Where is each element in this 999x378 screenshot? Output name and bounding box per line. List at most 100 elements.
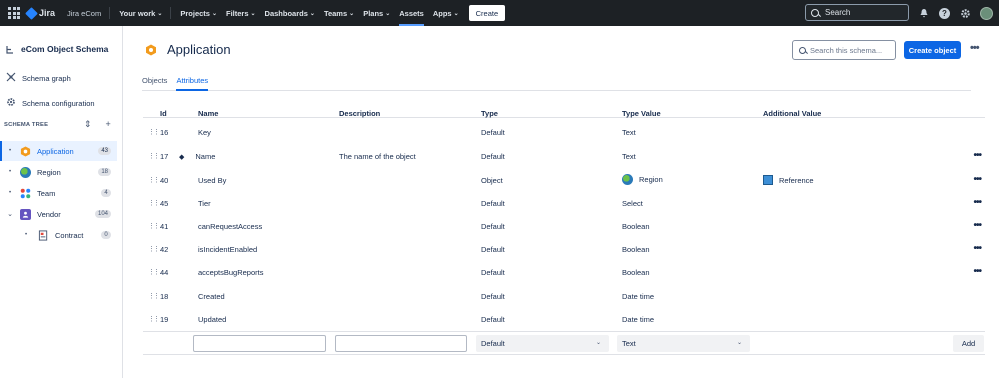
reference-icon (763, 175, 773, 185)
main-content: Application Search this schema... Create… (123, 26, 999, 378)
sidebar-item-schema-graph[interactable]: Schema graph (6, 72, 71, 85)
new-attribute-name-input[interactable] (193, 335, 326, 352)
col-type-value[interactable]: Type Value (622, 109, 661, 118)
chevron-down-icon: ⌄ (453, 10, 459, 17)
top-navigation: Jira Jira eCom Your work ⌄ Projects ⌄ Filt… (0, 0, 999, 26)
row-more-icon[interactable]: ••• (973, 243, 981, 254)
nav-teams[interactable]: Teams ⌄ (324, 9, 354, 18)
drag-handle-icon[interactable]: ⋮⋮ (148, 176, 160, 184)
jira-logo[interactable]: Jira (25, 6, 55, 20)
create-button[interactable]: Create (468, 5, 506, 21)
help-icon[interactable]: ? (939, 7, 950, 19)
new-attribute-description-input[interactable] (335, 335, 467, 352)
drag-handle-icon[interactable]: ⋮⋮ (148, 199, 160, 207)
nav-your-work[interactable]: Your work ⌄ (119, 9, 162, 18)
tree-item-team[interactable]: • Team 4 (0, 183, 117, 203)
chevron-down-icon: ⌄ (595, 340, 601, 346)
drag-handle-icon[interactable]: ⋮⋮ (148, 292, 160, 300)
nav-filters[interactable]: Filters ⌄ (226, 9, 256, 18)
count-badge: 104 (94, 210, 111, 218)
table-row[interactable]: ⋮⋮ 18 Created Default Date time (143, 285, 985, 308)
chevron-down-icon: ⌄ (211, 10, 217, 17)
count-badge: 18 (98, 168, 111, 176)
vendor-icon (20, 208, 31, 220)
hexagon-icon (20, 145, 31, 157)
create-object-button[interactable]: Create object (904, 41, 961, 59)
drag-handle-icon[interactable]: ⋮⋮ (148, 245, 160, 253)
table-row[interactable]: ⋮⋮ 19 Updated Default Date time (143, 308, 985, 331)
globe-icon (20, 166, 31, 178)
tree-item-contract[interactable]: • Contract 0 (0, 225, 117, 245)
globe-icon (622, 174, 633, 185)
row-more-icon[interactable]: ••• (973, 150, 981, 161)
chevron-down-icon: ⌄ (309, 10, 315, 17)
hexagon-icon (145, 44, 157, 56)
tab-objects[interactable]: Objects (142, 76, 167, 91)
drag-handle-icon[interactable]: ⋮⋮ (148, 268, 160, 276)
bullet-icon: • (8, 169, 12, 175)
page-title: Application (145, 42, 231, 57)
notifications-icon[interactable] (918, 7, 930, 19)
row-more-icon[interactable]: ••• (973, 197, 981, 208)
col-description[interactable]: Description (339, 109, 380, 118)
nav-plans[interactable]: Plans ⌄ (363, 9, 390, 18)
nav-assets[interactable]: Assets (399, 0, 424, 26)
bullet-icon: • (8, 190, 12, 196)
col-additional-value[interactable]: Additional Value (763, 109, 821, 118)
type-value-select[interactable]: Text ⌄ (617, 335, 750, 352)
tree-item-region[interactable]: • Region 18 (0, 162, 117, 182)
search-icon (811, 8, 819, 17)
bullet-icon: • (24, 232, 28, 238)
add-object-type-icon[interactable]: + (106, 119, 111, 130)
tree-item-application[interactable]: • Application 43 (0, 141, 117, 161)
add-attribute-row: Default ⌄ Text ⌄ Add (143, 331, 985, 355)
table-row[interactable]: ⋮⋮ 16 Key Default Text (143, 121, 985, 144)
col-name[interactable]: Name (198, 109, 218, 118)
count-badge: 0 (101, 231, 111, 239)
table-row[interactable]: ⋮⋮ 17 ◆ Name The name of the object Defau… (143, 145, 985, 168)
global-search-input[interactable]: Search (805, 4, 909, 21)
user-avatar[interactable] (980, 6, 993, 20)
col-id[interactable]: Id (160, 109, 167, 118)
schema-search-input[interactable]: Search this schema... (792, 40, 896, 60)
settings-gear-icon[interactable] (959, 7, 971, 19)
row-more-icon[interactable]: ••• (973, 266, 981, 277)
divider (109, 7, 111, 19)
table-row[interactable]: ⋮⋮ 41 canRequestAccess Default Boolean •… (143, 215, 985, 238)
drag-handle-icon[interactable]: ⋮⋮ (148, 222, 160, 230)
count-badge: 43 (98, 147, 111, 155)
schema-graph-icon (6, 72, 16, 85)
schema-title[interactable]: eCom Object Schema (6, 44, 108, 54)
search-placeholder: Search (825, 8, 851, 17)
chevron-down-icon: ⌄ (157, 10, 163, 17)
tab-attributes[interactable]: Attributes (176, 76, 209, 91)
table-row[interactable]: ⋮⋮ 45 Tier Default Select ••• (143, 192, 985, 215)
site-name[interactable]: Jira eCom (67, 9, 101, 18)
nav-apps[interactable]: Apps ⌄ (433, 9, 459, 18)
drag-handle-icon[interactable]: ⋮⋮ (148, 315, 160, 323)
table-row[interactable]: ⋮⋮ 44 acceptsBugReports Default Boolean … (143, 261, 985, 284)
chevron-down-icon: ⌄ (7, 211, 13, 218)
schema-tree-heading: SCHEMA TREE (4, 122, 49, 128)
count-badge: 4 (101, 189, 111, 197)
tabs: Objects Attributes (142, 76, 971, 91)
type-select[interactable]: Default ⌄ (476, 335, 609, 352)
sidebar: eCom Object Schema Schema graph Schema c… (0, 26, 123, 378)
chevron-down-icon: ⌄ (385, 10, 391, 17)
more-actions-icon[interactable]: ••• (970, 42, 980, 54)
tree-item-vendor[interactable]: ⌄ Vendor 104 (0, 204, 117, 224)
contract-icon (38, 229, 49, 241)
col-type[interactable]: Type (481, 109, 498, 118)
expand-collapse-icon[interactable]: ⇕ (84, 119, 92, 130)
nav-dashboards[interactable]: Dashboards ⌄ (265, 9, 315, 18)
table-row[interactable]: ⋮⋮ 42 isIncidentEnabled Default Boolean … (143, 238, 985, 261)
row-more-icon[interactable]: ••• (973, 174, 981, 185)
add-button[interactable]: Add (953, 335, 984, 352)
sidebar-item-schema-configuration[interactable]: Schema configuration (6, 97, 95, 110)
table-row[interactable]: ⋮⋮ 40 Used By Object Region Reference ••… (143, 169, 985, 192)
drag-handle-icon[interactable]: ⋮⋮ (148, 152, 160, 160)
drag-handle-icon[interactable]: ⋮⋮ (148, 128, 160, 136)
row-more-icon[interactable]: ••• (973, 220, 981, 231)
app-switcher-icon[interactable] (7, 6, 21, 20)
nav-projects[interactable]: Projects ⌄ (180, 9, 217, 18)
